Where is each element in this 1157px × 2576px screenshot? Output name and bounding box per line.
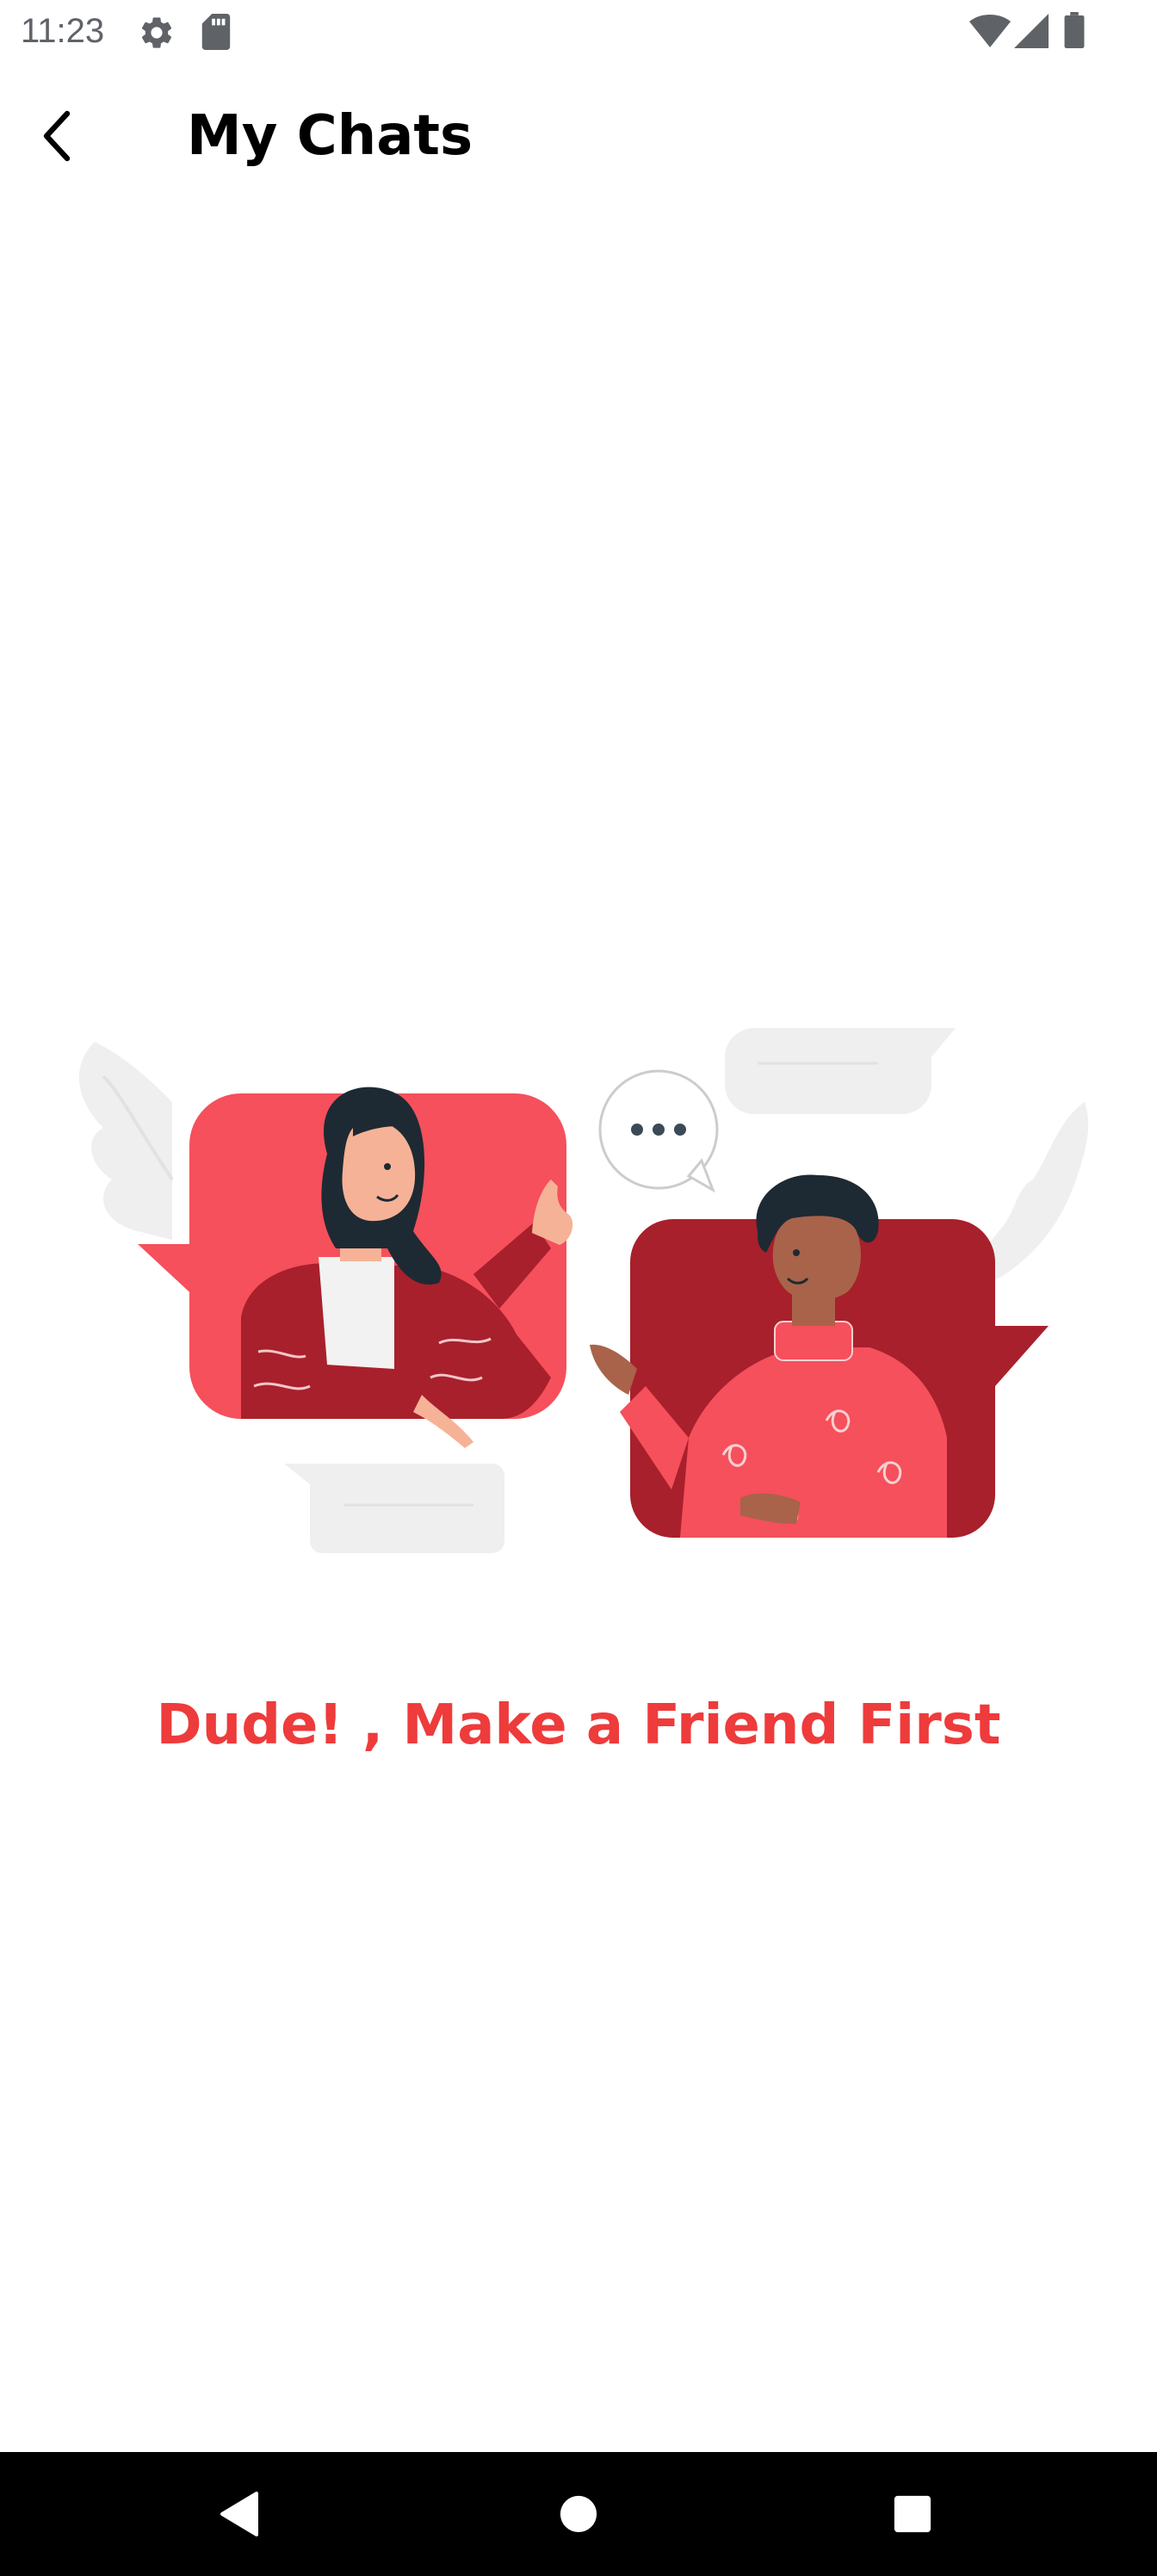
nav-back-button[interactable] <box>208 2483 270 2545</box>
battery-icon <box>1064 12 1085 48</box>
back-button[interactable] <box>17 96 96 176</box>
chevron-left-icon <box>43 110 71 162</box>
nav-home-button[interactable] <box>548 2483 609 2545</box>
man-card <box>590 1174 1049 1538</box>
empty-state-message: Dude! , Make a Friend First <box>156 1694 1001 1757</box>
system-nav-bar <box>0 2452 1157 2576</box>
status-bar: 11:23 <box>0 0 1157 62</box>
woman-card <box>138 1087 573 1448</box>
leaf-decoration-left <box>78 1042 174 1240</box>
back-triangle-icon <box>220 2492 258 2536</box>
sd-card-icon <box>201 14 231 50</box>
recents-square-icon <box>894 2495 931 2533</box>
faint-bubble-bottom <box>284 1464 504 1553</box>
page-title: My Chats <box>187 104 473 168</box>
status-time: 11:23 <box>21 12 105 50</box>
app-bar: My Chats <box>0 79 1157 191</box>
faint-bubble-top <box>725 1028 956 1114</box>
two-people-chatting-illustration <box>69 1007 1102 1558</box>
wifi-icon <box>969 15 1011 47</box>
home-circle-icon <box>560 2495 597 2533</box>
typing-bubble <box>598 1069 719 1193</box>
gear-icon <box>141 17 172 48</box>
cell-signal-icon <box>1014 14 1049 48</box>
nav-recents-button[interactable] <box>882 2483 944 2545</box>
